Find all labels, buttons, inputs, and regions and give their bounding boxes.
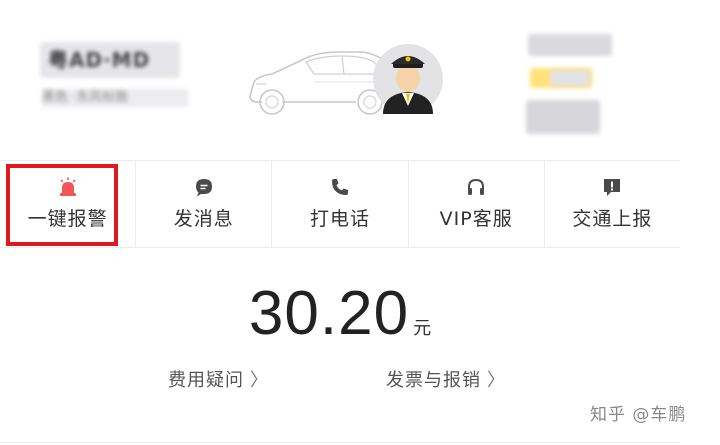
call-button[interactable]: 打电话 (272, 161, 409, 247)
chevron-right-icon: 〉 (250, 370, 269, 391)
traffic-report-label: 交通上报 (572, 208, 653, 230)
vip-service-label: VIP客服 (439, 208, 513, 230)
emergency-alarm-button[interactable]: 一键报警 (0, 161, 137, 247)
chat-bubble-icon (195, 179, 212, 197)
emergency-alarm-label: 一键报警 (27, 208, 108, 230)
driver-card: 粤AD·MD 黑色 ·东风标致 (0, 0, 720, 158)
traffic-report-button[interactable]: 交通上报 (545, 161, 680, 247)
chevron-right-icon: 〉 (487, 370, 506, 391)
action-bar: 一键报警 发消息 打电话 VIP客服 交通上报 (0, 160, 680, 248)
report-alert-icon (604, 179, 621, 196)
fare-display: 30.20 元 (0, 278, 680, 349)
fee-question-label: 费用疑问 (168, 370, 244, 391)
driver-rating-text-blurred (550, 70, 590, 86)
send-message-label: 发消息 (173, 208, 234, 230)
driver-info-blurred (526, 100, 600, 134)
invoice-label: 发票与报销 (386, 370, 481, 391)
invoice-link[interactable]: 发票与报销〉 (386, 366, 506, 392)
license-plate: 粤AD·MD (40, 42, 180, 78)
call-label: 打电话 (310, 208, 371, 230)
fare-unit: 元 (413, 318, 432, 339)
watermark: 知乎 @车鹏 (590, 405, 687, 425)
alarm-siren-icon (59, 177, 76, 196)
driver-name-blurred (528, 34, 612, 56)
headset-icon (468, 178, 485, 195)
vip-service-button[interactable]: VIP客服 (409, 161, 545, 247)
car-model: 黑色 ·东风标致 (42, 90, 129, 105)
bottom-divider (0, 442, 680, 443)
fare-links: 费用疑问〉 发票与报销〉 (0, 366, 680, 394)
driver-avatar (373, 44, 443, 114)
fare-amount: 30.20 (248, 279, 410, 348)
fee-question-link[interactable]: 费用疑问〉 (168, 366, 269, 392)
send-message-button[interactable]: 发消息 (136, 161, 273, 247)
phone-icon (332, 179, 348, 195)
